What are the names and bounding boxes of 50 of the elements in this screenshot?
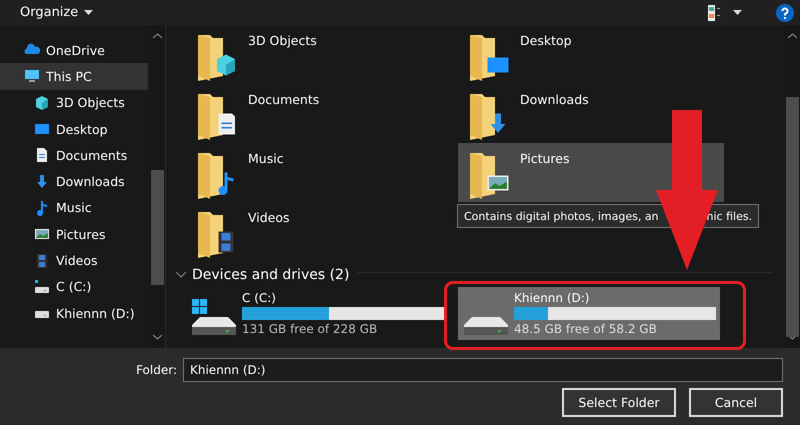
sidebar-item[interactable]: Desktop xyxy=(0,116,148,142)
free-space-text: 48.5 GB free of 58.2 GB xyxy=(514,322,658,336)
section-header[interactable]: Devices and drives (2) xyxy=(176,267,350,283)
drive-item[interactable]: C (C:) 131 GB free of 228 GB xyxy=(186,287,448,340)
computer-icon xyxy=(24,68,40,84)
drive-icon xyxy=(464,317,508,335)
scroll-up-icon[interactable] xyxy=(153,33,162,39)
sidebar-item[interactable]: Khiennn (D:) xyxy=(0,300,148,326)
cube-icon xyxy=(34,94,50,111)
folder-item[interactable]: Downloads xyxy=(458,84,724,143)
drive-icon xyxy=(34,278,50,295)
folder-label: Folder: xyxy=(136,363,177,377)
folder-item[interactable]: Videos xyxy=(186,202,452,261)
sidebar-item[interactable]: Pictures xyxy=(0,221,148,248)
drive-name: C (C:) xyxy=(242,291,277,305)
film-icon xyxy=(34,252,50,269)
scroll-up-icon[interactable] xyxy=(788,33,797,39)
document-icon xyxy=(34,147,50,164)
drive-item[interactable]: Khiennn (D:) 48.5 GB free of 58.2 GB xyxy=(458,287,720,340)
folder-item[interactable]: 3D Objects xyxy=(186,25,452,84)
organize-button[interactable]: Organize xyxy=(20,5,94,20)
folder-item[interactable]: Documents xyxy=(186,84,452,143)
free-space-text: 131 GB free of 228 GB xyxy=(242,322,378,336)
select-folder-button[interactable]: Select Folder xyxy=(562,388,676,417)
scrollbar-thumb[interactable] xyxy=(151,170,164,285)
sidebar-item[interactable]: Videos xyxy=(0,247,148,274)
scroll-down-icon[interactable] xyxy=(153,334,162,340)
music-note-icon xyxy=(34,200,50,216)
caret-icon xyxy=(733,10,742,15)
sidebar-item[interactable]: Downloads xyxy=(0,168,148,195)
help-icon[interactable] xyxy=(776,4,794,22)
sidebar-item[interactable]: 3D Objects xyxy=(0,90,148,116)
view-options-icon[interactable] xyxy=(707,4,721,22)
sidebar-item[interactable]: This PC xyxy=(0,63,148,90)
download-arrow-icon xyxy=(34,174,50,190)
sidebar-item[interactable]: Documents xyxy=(0,142,148,168)
folder-item[interactable]: Music xyxy=(186,143,452,202)
sidebar-item[interactable]: C (C:) xyxy=(0,274,148,300)
folder-input[interactable]: Khiennn (D:) xyxy=(183,358,783,382)
tooltip-text: Contains digital photos, images, an xyxy=(464,210,659,222)
cancel-button[interactable]: Cancel xyxy=(689,388,783,417)
folder-item[interactable]: Desktop xyxy=(458,25,724,84)
scrollbar-thumb[interactable] xyxy=(786,97,799,337)
sidebar-item[interactable]: Music xyxy=(0,194,148,222)
sidebar-item[interactable]: OneDrive xyxy=(0,37,148,64)
caret-icon xyxy=(84,10,94,15)
scroll-down-icon[interactable] xyxy=(788,334,797,340)
drive-icon xyxy=(192,299,236,335)
chevron-icon xyxy=(176,272,186,278)
drive-name: Khiennn (D:) xyxy=(514,291,590,305)
